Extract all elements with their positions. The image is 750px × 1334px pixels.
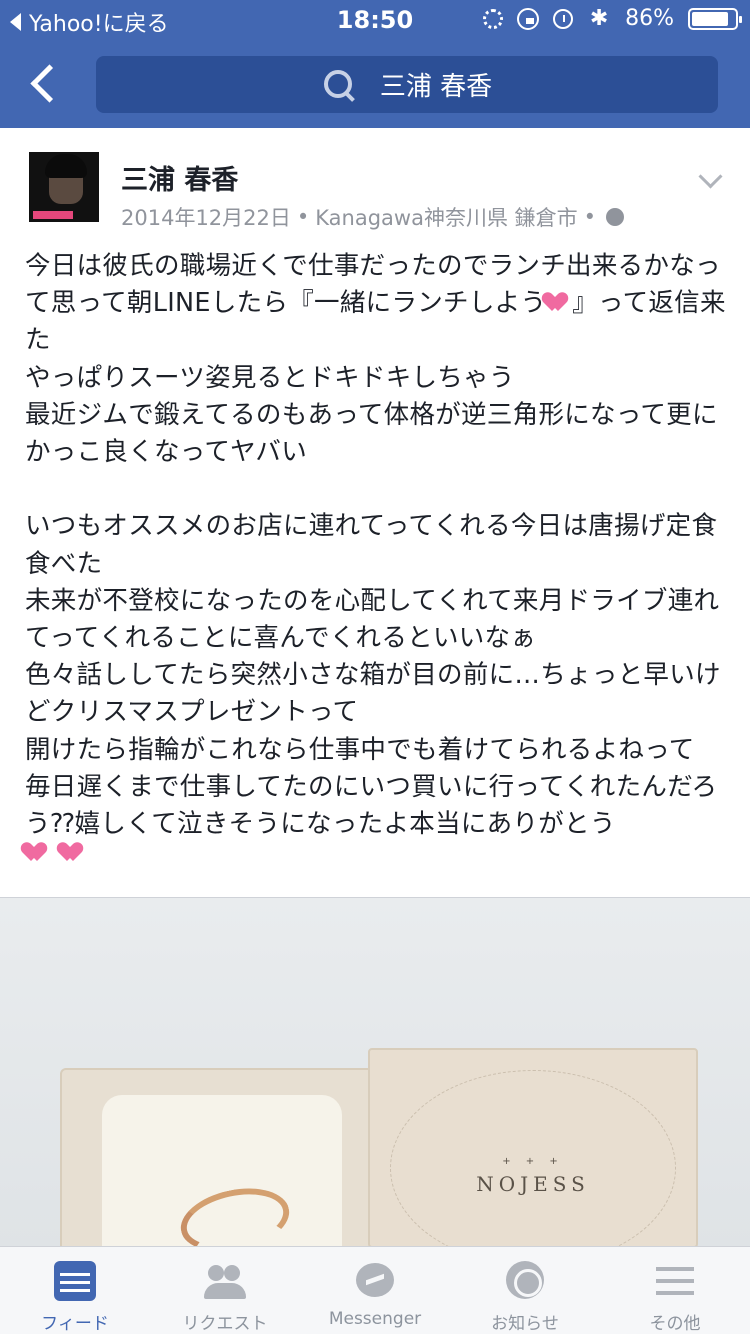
- tab-requests-label: リクエスト: [182, 1314, 268, 1334]
- post-photo[interactable]: + + + NOJESS: [0, 898, 750, 1248]
- tab-feed[interactable]: フィード: [0, 1247, 150, 1334]
- avatar-hair: [45, 154, 87, 178]
- tab-more[interactable]: その他: [600, 1247, 750, 1334]
- brand-logo-text: NOJESS: [476, 1172, 590, 1196]
- two-hearts-icon: [546, 289, 572, 315]
- avatar-tag: [33, 211, 73, 219]
- two-hearts-icon: [61, 839, 87, 865]
- post-author-name[interactable]: 三浦 春香: [121, 158, 238, 197]
- post-options-chevron-icon[interactable]: [698, 168, 722, 192]
- battery-percent: 86%: [625, 6, 674, 31]
- search-icon: [322, 68, 356, 102]
- tab-messenger[interactable]: Messenger: [300, 1247, 450, 1334]
- post-location[interactable]: Kanagawa神奈川県 鎌倉市: [315, 202, 577, 232]
- bottom-tab-bar: フィード リクエスト Messenger お知らせ その他: [0, 1246, 750, 1334]
- tab-notifications-label: お知らせ: [491, 1314, 559, 1334]
- tab-requests[interactable]: リクエスト: [150, 1247, 300, 1334]
- post-body: 今日は彼氏の職場近くで仕事だったのでランチ出来るかなって思って朝LINEしたら『…: [25, 248, 727, 843]
- battery-fill: [692, 11, 728, 26]
- search-bar[interactable]: 三浦 春香: [96, 56, 718, 113]
- post-meta: 2014年12月22日 • Kanagawa神奈川県 鎌倉市 •: [121, 202, 625, 232]
- tab-notifications[interactable]: お知らせ: [450, 1247, 600, 1334]
- two-hearts-icon: [25, 839, 51, 865]
- activity-spinner-icon: [483, 8, 504, 29]
- tab-feed-label: フィード: [41, 1314, 109, 1334]
- separator-dot: •: [296, 205, 310, 229]
- notifications-globe-icon: [504, 1261, 546, 1301]
- ring-box-lid: + + + NOJESS: [368, 1048, 698, 1248]
- separator-dot: •: [583, 205, 597, 229]
- top-header: Yahoo!に戻る 18:50 ✱ 86% 三浦 春香: [0, 0, 750, 128]
- alarm-icon: [553, 8, 574, 29]
- tab-messenger-label: Messenger: [328, 1309, 422, 1329]
- status-bar: Yahoo!に戻る 18:50 ✱ 86%: [0, 0, 750, 40]
- post-text-part2: 』って返信来た やっぱりスーツ姿見るとドキドキしちゃう 最近ジムで鍛えてるのもあ…: [25, 288, 726, 840]
- status-indicators: ✱ 86%: [483, 5, 742, 31]
- bluetooth-icon: ✱: [589, 5, 609, 31]
- feed-icon: [54, 1261, 96, 1301]
- trailing-hearts: [25, 839, 87, 865]
- avatar[interactable]: [29, 152, 99, 222]
- battery-icon: [688, 7, 742, 30]
- menu-icon: [654, 1261, 696, 1301]
- public-globe-icon: [606, 208, 625, 226]
- back-button[interactable]: [22, 60, 72, 110]
- tab-more-label: その他: [649, 1314, 701, 1334]
- search-text: 三浦 春香: [379, 72, 493, 102]
- post-date[interactable]: 2014年12月22日: [121, 202, 291, 232]
- post-card: 三浦 春香 2014年12月22日 • Kanagawa神奈川県 鎌倉市 • 今…: [0, 128, 750, 898]
- friend-requests-icon: [204, 1261, 246, 1301]
- messenger-icon: [354, 1261, 396, 1301]
- brand-mark: + + +: [502, 1156, 564, 1167]
- rotation-lock-icon: [517, 7, 540, 30]
